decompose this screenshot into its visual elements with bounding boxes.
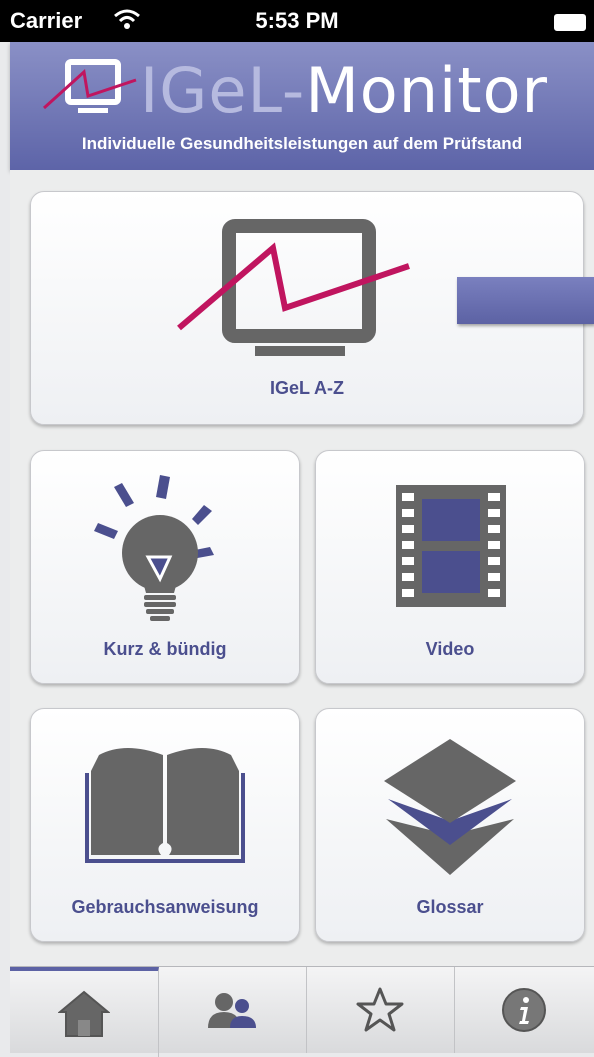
gebrauchsanweisung-label: Gebrauchsanweisung — [71, 897, 259, 917]
tab-people[interactable] — [158, 967, 307, 1053]
film-strip-icon — [396, 485, 506, 607]
kurz-buendig-label: Kurz & bündig — [103, 639, 227, 659]
star-icon — [356, 987, 404, 1032]
app-title: IGeL-Monitor — [140, 56, 548, 126]
glossar-button[interactable]: Glossar — [315, 708, 585, 942]
tab-info[interactable] — [454, 967, 594, 1053]
video-label: Video — [425, 639, 475, 659]
monitor-logo-icon — [42, 59, 137, 113]
igel-az-label: IGeL A-Z — [269, 378, 344, 398]
app-title-part-2: Monitor — [305, 54, 548, 127]
people-icon — [208, 993, 256, 1028]
side-panel-handle[interactable] — [457, 277, 594, 324]
tab-bar — [10, 966, 594, 1057]
gebrauchsanweisung-button[interactable]: Gebrauchsanweisung — [30, 708, 300, 942]
app-tagline: Individuelle Gesundheitsleistungen auf d… — [81, 134, 523, 153]
app-header: IGeL-Monitor Individuelle Gesundheitslei… — [10, 42, 594, 170]
layers-icon — [384, 739, 516, 875]
kurz-buendig-button[interactable]: Kurz & bündig — [30, 450, 300, 684]
info-icon — [502, 988, 546, 1032]
home-icon — [58, 990, 110, 1037]
app-title-part-1: IGeL- — [140, 54, 306, 127]
monitor-chart-icon — [177, 219, 410, 356]
status-time: 5:53 PM — [255, 8, 339, 33]
glossar-label: Glossar — [416, 897, 484, 917]
tab-home[interactable] — [10, 967, 159, 1057]
battery-icon — [554, 14, 586, 31]
lightbulb-icon — [94, 475, 214, 621]
status-bar: Carrier 5:53 PM — [0, 0, 594, 42]
tab-favorites[interactable] — [306, 967, 455, 1053]
book-icon — [85, 748, 245, 863]
video-button[interactable]: Video — [315, 450, 585, 684]
